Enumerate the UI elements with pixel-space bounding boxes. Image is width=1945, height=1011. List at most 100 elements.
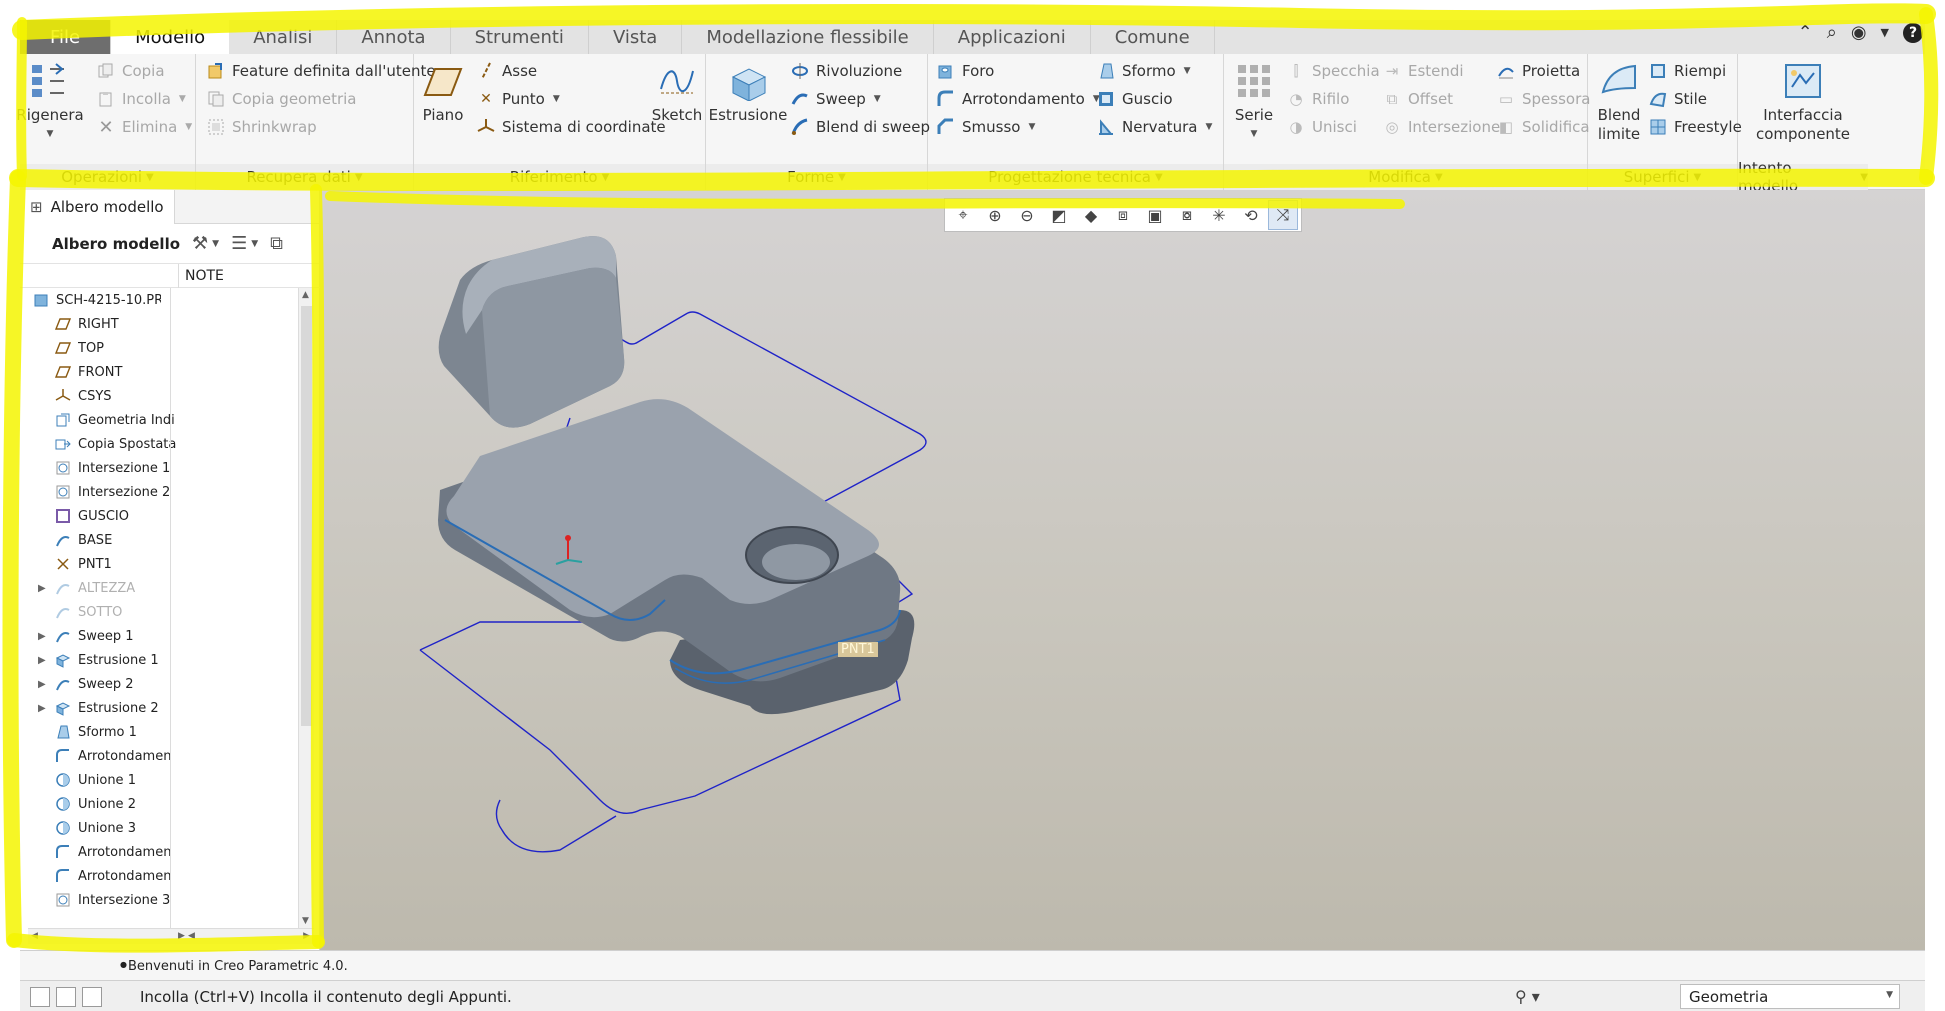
tree-item[interactable]: FRONT [20, 360, 300, 384]
rivoluzione-button[interactable]: Rivoluzione [790, 58, 902, 84]
incolla-button[interactable]: Incolla ▼ [96, 86, 186, 112]
tree-item[interactable]: Arrotondamen [20, 744, 300, 768]
tree-item[interactable]: Geometria Indi [20, 408, 300, 432]
proietta-button[interactable]: Proietta [1496, 58, 1580, 84]
full-screen-icon[interactable] [82, 987, 102, 1007]
blend-limite-button[interactable]: Blend limite [1594, 60, 1644, 144]
intersezione-button[interactable]: ◎ Intersezione [1382, 114, 1500, 140]
tree-item[interactable]: ▶ Estrusione 2 [20, 696, 300, 720]
tree-filter-button[interactable]: ⧉ [270, 233, 283, 254]
graphics-area[interactable]: ⌖ ⊕ ⊖ ◩ ◆ ⧈ ▣ ⧇ ✳ ⟲ ⤨ PNT1 [320, 190, 1925, 950]
group-label-riferimento[interactable]: Riferimento ▼ [414, 164, 705, 190]
blend-sweep-button[interactable]: Blend di sweep [790, 114, 930, 140]
solidifica-button[interactable]: ◧ Solidifica [1496, 114, 1590, 140]
group-label-recupera-dati[interactable]: Recupera dati ▼ [196, 164, 413, 190]
scroll-down-icon[interactable]: ▼ [302, 916, 309, 926]
tree-item[interactable]: Arrotondamen [20, 864, 300, 888]
tree-item[interactable]: Unione 3 [20, 816, 300, 840]
foro-button[interactable]: Foro [936, 58, 994, 84]
expand-arrow-icon[interactable]: ▶ [38, 703, 52, 714]
tree-item[interactable]: Intersezione 1 [20, 456, 300, 480]
expand-arrow-icon[interactable]: ▶ [38, 679, 52, 690]
freestyle-button[interactable]: Freestyle [1648, 114, 1742, 140]
tab-vista[interactable]: Vista [589, 20, 683, 54]
serie-button[interactable]: Serie ▼ [1230, 60, 1278, 144]
chevron-down-icon[interactable]: ▼ [1881, 26, 1889, 39]
offset-button[interactable]: ⧉ Offset [1382, 86, 1453, 112]
tab-modellazione-flessibile[interactable]: Modellazione flessibile [682, 20, 934, 54]
tree-item[interactable]: Unione 2 [20, 792, 300, 816]
tree-item[interactable]: CSYS [20, 384, 300, 408]
tree-vertical-scrollbar[interactable]: ▲ ▼ [298, 288, 314, 928]
group-label-superfici[interactable]: Superfici ▼ [1588, 164, 1737, 190]
tree-item[interactable]: Intersezione 3 [20, 888, 300, 912]
group-label-operazioni[interactable]: Operazioni ▼ [20, 164, 195, 190]
tab-analisi[interactable]: Analisi [229, 20, 338, 54]
scroll-right-icon[interactable]: ▶ [303, 931, 310, 941]
find-icon[interactable]: ⚲ ▾ [1515, 987, 1540, 1006]
community-icon[interactable]: ◉ [1851, 22, 1867, 43]
scroll-left-icon[interactable]: ◀ [188, 931, 195, 941]
tab-modello[interactable]: Modello [111, 20, 230, 54]
tree-item[interactable]: ▶ Sweep 1 [20, 624, 300, 648]
tab-file[interactable]: File [20, 20, 112, 54]
tree-item[interactable]: PNT1 [20, 552, 300, 576]
minimize-ribbon-icon[interactable]: ⌃ [1798, 22, 1813, 43]
scroll-thumb[interactable] [301, 306, 312, 726]
copia-geometria-button[interactable]: Copia geometria [206, 86, 356, 112]
group-label-modifica[interactable]: Modifica ▼ [1224, 164, 1587, 190]
expand-arrow-icon[interactable]: ▶ [38, 655, 52, 666]
point-label-pnt1[interactable]: PNT1 [838, 642, 878, 657]
search-icon[interactable]: ⌕ [1827, 22, 1837, 43]
scroll-right-icon[interactable]: ▶ [178, 931, 185, 941]
group-label-forme[interactable]: Forme ▼ [706, 164, 927, 190]
smusso-button[interactable]: Smusso ▼ [936, 114, 1035, 140]
tab-strumenti[interactable]: Strumenti [451, 20, 589, 54]
tree-item[interactable]: SCH-4215-10.PRT [20, 288, 300, 312]
tree-item[interactable]: Copia Spostata [20, 432, 300, 456]
browser-icon[interactable] [56, 987, 76, 1007]
model-3d-view[interactable] [320, 190, 1925, 950]
expand-arrow-icon[interactable]: ▶ [38, 631, 52, 642]
copia-button[interactable]: Copia [96, 58, 165, 84]
tree-item[interactable]: ▶ Estrusione 1 [20, 648, 300, 672]
tab-applicazioni[interactable]: Applicazioni [934, 20, 1091, 54]
tree-show-button[interactable]: ☰ ▼ [231, 233, 258, 254]
toggle-navigator-icon[interactable] [30, 987, 50, 1007]
tree-item[interactable]: ▶ Sweep 2 [20, 672, 300, 696]
feature-utente-button[interactable]: Feature definita dall'utente [206, 58, 436, 84]
interfaccia-componente-button[interactable]: Interfaccia componente [1748, 60, 1858, 144]
tree-item[interactable]: GUSCIO [20, 504, 300, 528]
tree-item[interactable]: RIGHT [20, 312, 300, 336]
column-note[interactable]: NOTE [178, 264, 224, 288]
sweep-button[interactable]: Sweep ▼ [790, 86, 881, 112]
tree-item[interactable]: ▶ ALTEZZA [20, 576, 300, 600]
tree-settings-button[interactable]: ⚒ ▼ [192, 233, 219, 254]
tree-item[interactable]: Unione 1 [20, 768, 300, 792]
tab-comune[interactable]: Comune [1091, 20, 1215, 54]
arrotondamento-button[interactable]: Arrotondamento ▼ [936, 86, 1100, 112]
stile-button[interactable]: Stile [1648, 86, 1707, 112]
asse-button[interactable]: Asse [476, 58, 537, 84]
spessora-button[interactable]: ▭ Spessora [1496, 86, 1591, 112]
scroll-up-icon[interactable]: ▲ [302, 290, 309, 300]
help-icon[interactable]: ? [1903, 22, 1923, 43]
elimina-button[interactable]: ✕ Elimina ▼ [96, 114, 192, 140]
group-label-intento-modello[interactable]: Intento modello ▼ [1738, 159, 1868, 195]
tree-item[interactable]: Sformo 1 [20, 720, 300, 744]
tree-item[interactable]: TOP [20, 336, 300, 360]
riempi-button[interactable]: Riempi [1648, 58, 1726, 84]
tree-item[interactable]: Intersezione 2 [20, 480, 300, 504]
scroll-left-icon[interactable]: ◀ [31, 931, 38, 941]
guscio-button[interactable]: Guscio [1096, 86, 1173, 112]
piano-button[interactable]: Piano [420, 60, 466, 125]
estendi-button[interactable]: ⇥ Estendi [1382, 58, 1464, 84]
tree-item[interactable]: Arrotondamen [20, 840, 300, 864]
nervatura-button[interactable]: Nervatura ▼ [1096, 114, 1212, 140]
estrusione-button[interactable]: Estrusione [709, 60, 787, 125]
shrinkwrap-button[interactable]: Shrinkwrap [206, 114, 317, 140]
expand-arrow-icon[interactable]: ▶ [38, 583, 52, 594]
group-label-progettazione-tecnica[interactable]: Progettazione tecnica ▼ [928, 164, 1223, 190]
unisci-button[interactable]: ◑ Unisci [1286, 114, 1356, 140]
sketch-button[interactable]: Sketch [652, 60, 702, 125]
